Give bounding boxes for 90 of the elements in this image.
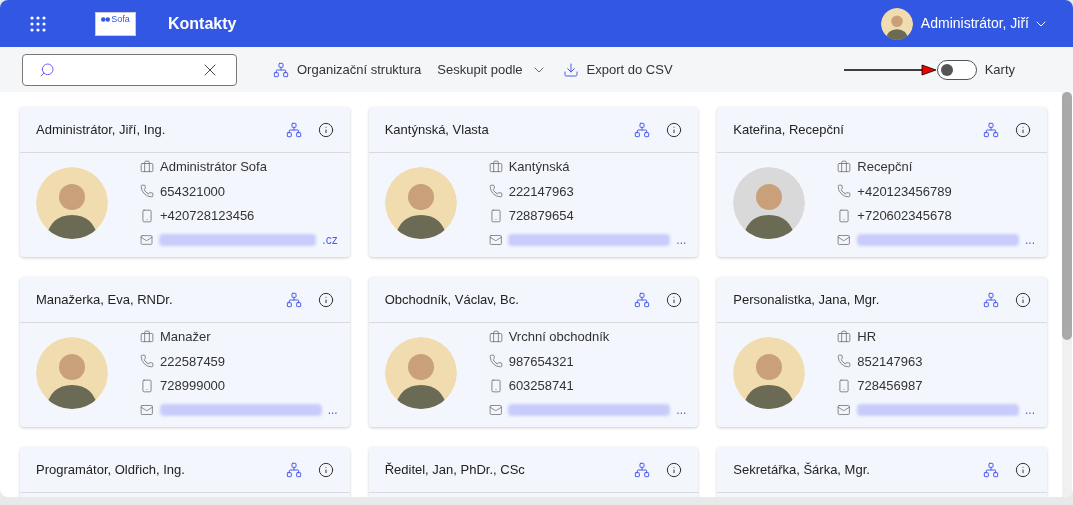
mail-icon	[488, 402, 503, 417]
download-icon	[562, 61, 579, 78]
search-icon	[39, 61, 55, 78]
position-text: Kantýnská	[508, 158, 570, 176]
phone-icon	[837, 354, 852, 369]
company-logo: Sofa	[95, 11, 136, 36]
email-link[interactable]: .cz	[322, 230, 338, 249]
app-launcher-icon[interactable]	[30, 15, 46, 32]
info-icon[interactable]	[317, 461, 334, 478]
phone-icon	[140, 184, 154, 199]
mobile-icon	[488, 378, 503, 393]
position-text: HR	[857, 328, 877, 346]
phone-icon	[837, 184, 852, 199]
hierarchy-icon[interactable]	[285, 121, 302, 138]
position-text: Administrátor Sofa	[160, 158, 267, 176]
hierarchy-icon[interactable]	[634, 121, 651, 138]
user-name[interactable]: Administrátor, Jiří	[920, 13, 1029, 34]
info-icon[interactable]	[666, 291, 683, 308]
contact-name: Ředitel, Jan, PhDr., CSc	[384, 460, 526, 479]
info-icon[interactable]	[1015, 291, 1031, 308]
contact-name: Administrátor, Jiří, Ing.	[36, 120, 167, 139]
mobile-number: 728879654	[508, 207, 574, 225]
briefcase-icon	[488, 329, 503, 344]
info-icon[interactable]	[1015, 461, 1031, 478]
mobile-icon	[837, 208, 852, 223]
phone-number: 654321000	[160, 182, 226, 201]
mobile-number: 603258741	[508, 377, 574, 395]
position-text: Recepční	[857, 158, 913, 176]
mail-icon	[837, 232, 851, 247]
hierarchy-icon[interactable]	[285, 461, 302, 478]
briefcase-icon	[488, 159, 503, 174]
contact-name: Obchodník, Václav, Bc.	[384, 290, 520, 309]
info-icon[interactable]	[317, 291, 334, 308]
contact-name: Kantýnská, Vlasta	[384, 120, 490, 139]
page-title: Kontakty	[168, 13, 238, 34]
phone-icon	[140, 354, 154, 369]
mobile-number: +420728123456	[160, 207, 255, 225]
phone-number: 222147963	[508, 182, 574, 201]
contact-name: Manažerka, Eva, RNDr.	[36, 290, 174, 309]
mobile-number: +720602345678	[857, 207, 952, 225]
toolbar-action[interactable]: Seskupit podle	[437, 59, 547, 80]
hierarchy-icon[interactable]	[634, 291, 651, 308]
phone-number: 222587459	[160, 352, 226, 371]
info-icon[interactable]	[666, 121, 683, 138]
briefcase-icon	[837, 159, 852, 174]
hierarchy-icon	[273, 61, 289, 78]
scrollbar[interactable]	[1062, 92, 1072, 497]
mobile-number: 728456987	[857, 377, 923, 395]
email-link[interactable]: ...	[676, 230, 687, 249]
hierarchy-icon[interactable]	[983, 291, 999, 308]
briefcase-icon	[140, 329, 154, 344]
info-icon[interactable]	[317, 121, 334, 138]
contact-name: Kateřina, Recepční	[733, 120, 845, 139]
hierarchy-icon[interactable]	[634, 461, 651, 478]
mail-icon	[488, 232, 503, 247]
email-link[interactable]: ...	[327, 400, 338, 419]
search-field[interactable]	[22, 53, 237, 86]
hierarchy-icon[interactable]	[285, 291, 302, 308]
phone-number: +420123456789	[857, 182, 952, 201]
toolbar-action[interactable]: Export do CSV	[562, 59, 673, 80]
phone-icon	[488, 184, 503, 199]
toolbar-action[interactable]: Organizační struktura	[273, 59, 422, 80]
info-icon[interactable]	[1015, 121, 1031, 138]
contact-name: Programátor, Oldřich, Ing.	[36, 460, 186, 479]
hierarchy-icon[interactable]	[983, 461, 999, 478]
toggle-label: Karty	[984, 60, 1015, 79]
position-text: Vrchní obchodník	[508, 328, 610, 346]
mobile-icon	[140, 378, 154, 393]
email-link[interactable]: ...	[676, 400, 687, 419]
info-icon[interactable]	[666, 461, 683, 478]
briefcase-icon	[837, 329, 852, 344]
phone-icon	[488, 354, 503, 369]
position-text: Manažer	[160, 328, 211, 346]
hierarchy-icon[interactable]	[983, 121, 999, 138]
mobile-icon	[488, 208, 503, 223]
email-link[interactable]: ...	[1024, 230, 1035, 249]
phone-number: 987654321	[508, 352, 574, 371]
mail-icon	[140, 402, 154, 417]
contact-name: Sekretářka, Šárka, Mgr.	[733, 460, 871, 479]
mail-icon	[140, 232, 154, 247]
mobile-icon	[837, 378, 852, 393]
contact-name: Personalistka, Jana, Mgr.	[733, 290, 881, 309]
mail-icon	[837, 402, 851, 417]
phone-number: 852147963	[857, 352, 923, 371]
briefcase-icon	[140, 159, 154, 174]
email-link[interactable]: ...	[1024, 400, 1035, 419]
mobile-number: 728999000	[160, 377, 226, 395]
view-toggle[interactable]	[936, 59, 977, 80]
mobile-icon	[140, 208, 154, 223]
avatar	[880, 7, 913, 40]
